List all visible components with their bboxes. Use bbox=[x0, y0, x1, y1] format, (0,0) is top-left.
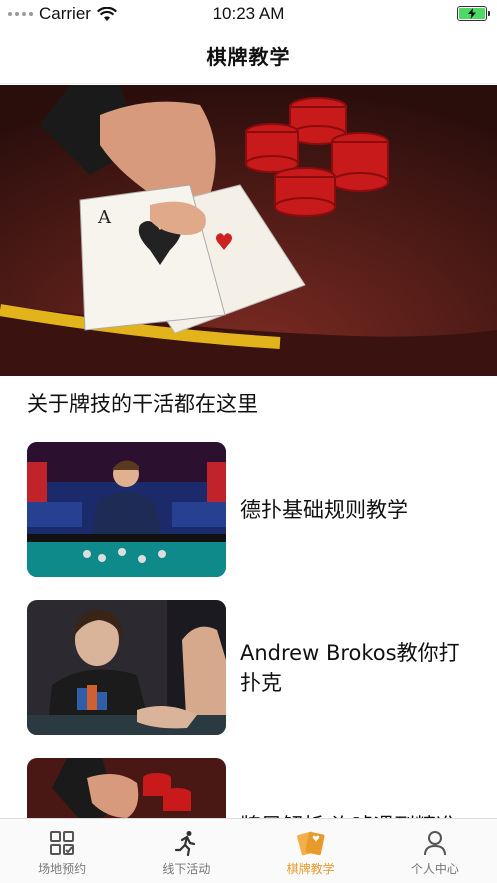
tab-label: 棋牌教学 bbox=[286, 862, 335, 876]
tab-venue-booking[interactable]: 场地预约 bbox=[0, 819, 124, 883]
grid-check-icon bbox=[47, 829, 77, 857]
nav-bar: 棋牌教学 bbox=[0, 28, 497, 84]
article-title: Andrew Brokos教你打扑克 bbox=[240, 640, 460, 695]
person-icon bbox=[420, 829, 450, 857]
tab-label: 个人中心 bbox=[410, 862, 459, 876]
battery-icon bbox=[457, 6, 490, 21]
poker-tournament-photo bbox=[27, 442, 226, 577]
status-time: 10:23 AM bbox=[212, 4, 285, 23]
tab-chess-card-teaching[interactable]: 棋牌教学 bbox=[249, 819, 373, 883]
tab-offline-activities[interactable]: 线下活动 bbox=[124, 819, 248, 883]
tab-label: 线下活动 bbox=[162, 862, 211, 876]
list-item[interactable]: 德扑基础规则教学 bbox=[27, 442, 472, 577]
status-bar: Carrier 10:23 AM bbox=[0, 0, 497, 28]
poker-cards-chips-photo: A bbox=[0, 85, 497, 376]
tab-label: 场地预约 bbox=[38, 862, 87, 876]
cards-icon bbox=[296, 829, 326, 857]
tab-bar: 场地预约 线下活动 棋牌教学 个人中心 bbox=[0, 818, 497, 883]
list-item[interactable]: Andrew Brokos教你打扑克 bbox=[27, 600, 472, 735]
page-title: 棋牌教学 bbox=[206, 45, 291, 69]
article-thumbnail bbox=[27, 442, 226, 577]
article-thumbnail bbox=[27, 600, 226, 735]
charging-bolt-icon bbox=[468, 8, 476, 19]
article-title: 德扑基础规则教学 bbox=[240, 497, 408, 522]
running-icon bbox=[171, 829, 201, 857]
section-title: 关于牌技的干活都在这里 bbox=[27, 392, 258, 416]
battery-level bbox=[459, 8, 485, 19]
poker-player-photo bbox=[27, 600, 226, 735]
svg-text:A: A bbox=[97, 207, 112, 228]
tab-personal-center[interactable]: 个人中心 bbox=[373, 819, 497, 883]
hero-banner[interactable]: A bbox=[0, 85, 497, 376]
